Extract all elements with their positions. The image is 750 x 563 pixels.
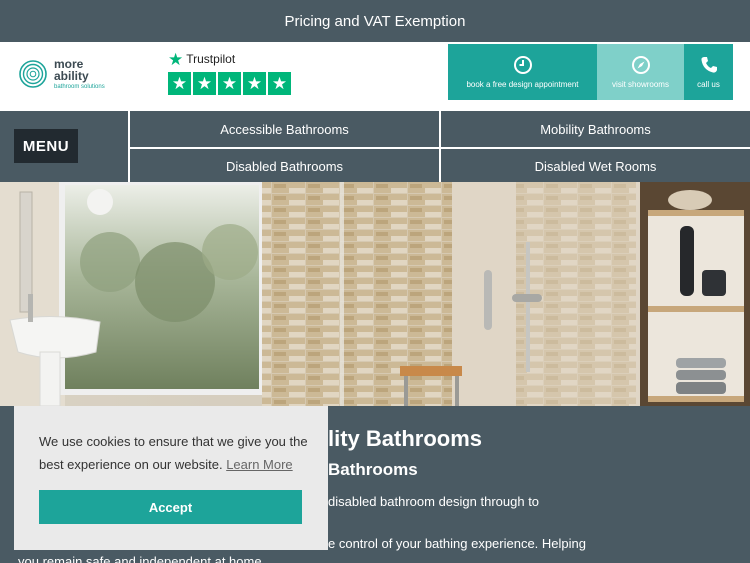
intro-paragraph-3: you remain safe and independent at home. — [18, 554, 266, 563]
star-icon: ★ — [168, 72, 191, 95]
star-icon: ★ — [193, 72, 216, 95]
logo-rings-icon — [19, 60, 47, 88]
nav-mobility-bathrooms[interactable]: Mobility Bathrooms — [439, 111, 750, 147]
nav-accessible-bathrooms[interactable]: Accessible Bathrooms — [128, 111, 439, 147]
nav-item-label: Accessible Bathrooms — [220, 121, 349, 137]
menu-label: MENU — [22, 137, 70, 155]
trustpilot-rating-stars: ★ ★ ★ ★ ★ — [168, 72, 291, 95]
nav-disabled-bathrooms[interactable]: Disabled Bathrooms — [128, 147, 439, 183]
nav-item-label: Disabled Wet Rooms — [534, 158, 657, 174]
intro-paragraph-1: disabled bathroom design through to — [328, 494, 540, 509]
trustpilot-brand: Trustpilot — [186, 52, 236, 66]
visit-showrooms-button[interactable]: visit showrooms — [597, 44, 684, 100]
compass-icon — [631, 56, 650, 74]
hero-bathroom-image — [0, 182, 750, 406]
clock-icon — [513, 56, 532, 74]
accept-cookies-button[interactable]: Accept — [39, 490, 302, 524]
nav-item-label: Mobility Bathrooms — [540, 121, 651, 137]
pricing-vat-label: Pricing and VAT Exemption — [284, 12, 466, 30]
pricing-vat-link[interactable]: Pricing and VAT Exemption — [0, 0, 750, 42]
nav-disabled-wet-rooms[interactable]: Disabled Wet Rooms — [439, 147, 750, 183]
cookie-message: We use cookies to ensure that we give yo… — [39, 430, 314, 476]
intro-heading: lity Bathrooms — [328, 426, 483, 451]
intro-subheading: Bathrooms — [328, 460, 418, 479]
site-header: more ability bathroom solutions ★ Trustp… — [0, 42, 750, 110]
trustpilot-star-icon: ★ — [168, 49, 184, 69]
main-navigation: MENU Accessible Bathrooms Mobility Bathr… — [0, 110, 750, 183]
menu-button[interactable]: MENU — [14, 129, 78, 163]
phone-icon — [700, 57, 717, 73]
cookie-consent-banner: We use cookies to ensure that we give yo… — [14, 406, 328, 550]
logo-line-2: ability — [54, 69, 89, 83]
call-us-label: call us — [697, 80, 720, 89]
learn-more-link[interactable]: Learn More — [226, 457, 292, 472]
star-icon: ★ — [218, 72, 241, 95]
visit-showrooms-label: visit showrooms — [612, 80, 669, 89]
star-icon: ★ — [268, 72, 291, 95]
logo-line-3: bathroom solutions — [54, 84, 105, 90]
more-ability-logo[interactable]: more ability bathroom solutions — [18, 58, 105, 90]
book-design-appointment-button[interactable]: book a free design appointment — [448, 44, 597, 100]
star-icon: ★ — [243, 72, 266, 95]
call-us-button[interactable]: call us — [684, 44, 733, 100]
intro-paragraph-2: e control of your bathing experience. He… — [328, 536, 586, 551]
trustpilot-widget[interactable]: ★ Trustpilot ★ ★ ★ ★ ★ — [168, 50, 291, 95]
nav-item-label: Disabled Bathrooms — [225, 158, 344, 174]
book-design-appointment-label: book a free design appointment — [466, 80, 579, 89]
bathroom-photo — [0, 182, 750, 406]
